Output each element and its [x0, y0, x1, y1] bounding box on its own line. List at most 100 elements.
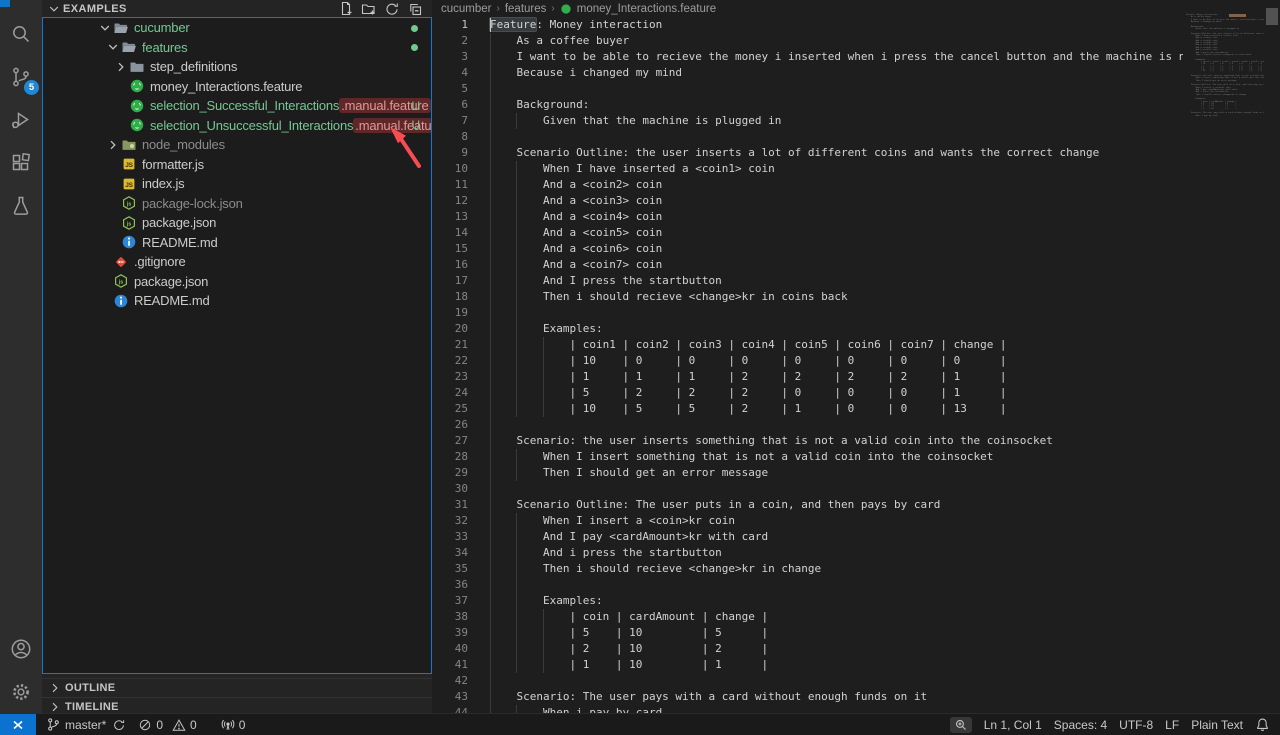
git-branch-status[interactable]: master*	[36, 714, 112, 735]
code-line[interactable]: 10 When I have inserted a <coin1> coin	[432, 161, 1183, 177]
code-line[interactable]: 42	[432, 673, 1183, 689]
line-number[interactable]: 31	[432, 497, 468, 513]
language-mode[interactable]: Plain Text	[1185, 718, 1249, 732]
line-number[interactable]: 42	[432, 673, 468, 689]
code-line[interactable]: 32 When I insert a <coin>kr coin	[432, 513, 1183, 529]
indentation-setting[interactable]: Spaces: 4	[1048, 718, 1113, 732]
code-line[interactable]: 16 And a <coin7> coin	[432, 257, 1183, 273]
code-line[interactable]: 20 Examples:	[432, 321, 1183, 337]
explorer-section-header[interactable]: EXAMPLES	[42, 0, 432, 17]
line-number[interactable]: 4	[432, 65, 468, 81]
breadcrumb-file[interactable]: money_Interactions.feature	[577, 3, 716, 15]
tree-item-readme-md[interactable]: README.md	[43, 233, 431, 253]
code-line[interactable]: 27 Scenario: the user inserts something …	[432, 433, 1183, 449]
tree-item-readme-md[interactable]: README.md	[43, 291, 431, 311]
breadcrumb-folder[interactable]: features	[505, 3, 547, 15]
screencast-zoom-icon[interactable]	[950, 717, 972, 733]
outline-panel-header[interactable]: OUTLINE	[42, 678, 432, 697]
line-number[interactable]: 1	[432, 17, 468, 33]
refresh-icon[interactable]	[384, 1, 400, 17]
tree-item-package-json[interactable]: jspackage.json	[43, 213, 431, 233]
tree-item-money-interactions-feature[interactable]: money_Interactions.feature	[43, 77, 431, 97]
code-line[interactable]: 39 | 5 | 10 | 5 |	[432, 625, 1183, 641]
testing-beaker-icon[interactable]	[0, 184, 42, 227]
cursor-position[interactable]: Ln 1, Col 1	[978, 718, 1048, 732]
code-line[interactable]: 21 | coin1 | coin2 | coin3 | coin4 | coi…	[432, 337, 1183, 353]
line-number[interactable]: 21	[432, 337, 468, 353]
line-number[interactable]: 16	[432, 257, 468, 273]
settings-gear-icon[interactable]	[0, 670, 42, 713]
code-line[interactable]: 26	[432, 417, 1183, 433]
code-line[interactable]: 5	[432, 81, 1183, 97]
breadcrumb-folder[interactable]: cucumber	[441, 3, 492, 15]
search-icon[interactable]	[0, 12, 42, 55]
line-number[interactable]: 35	[432, 561, 468, 577]
tree-item-node-modules[interactable]: node_modules	[43, 135, 431, 155]
line-number[interactable]: 24	[432, 385, 468, 401]
tree-item--gitignore[interactable]: .gitignore	[43, 252, 431, 272]
tree-item-features[interactable]: features	[43, 38, 431, 58]
tree-item-selection-unsuccessful-interactions[interactable]: selection_Unsuccessful_Interactions.manu…	[43, 116, 431, 136]
line-number[interactable]: 27	[432, 433, 468, 449]
line-number[interactable]: 44	[432, 705, 468, 713]
tree-item-step-definitions[interactable]: step_definitions	[43, 57, 431, 77]
vertical-scrollbar[interactable]	[1264, 0, 1280, 713]
code-line[interactable]: 34 And i press the startbutton	[432, 545, 1183, 561]
line-number[interactable]: 2	[432, 33, 468, 49]
line-number[interactable]: 33	[432, 529, 468, 545]
line-number[interactable]: 36	[432, 577, 468, 593]
tree-item-cucumber[interactable]: cucumber	[43, 18, 431, 38]
tree-item-index-js[interactable]: JSindex.js	[43, 174, 431, 194]
line-number[interactable]: 22	[432, 353, 468, 369]
problems-status[interactable]: 0 0	[132, 714, 202, 735]
sync-button[interactable]	[112, 714, 132, 735]
code-line[interactable]: 4 Because i changed my mind	[432, 65, 1183, 81]
line-number[interactable]: 32	[432, 513, 468, 529]
code-line[interactable]: 24 | 5 | 2 | 2 | 2 | 0 | 0 | 0 | 1 |	[432, 385, 1183, 401]
code-line[interactable]: 12 And a <coin3> coin	[432, 193, 1183, 209]
code-line[interactable]: 14 And a <coin5> coin	[432, 225, 1183, 241]
line-number[interactable]: 14	[432, 225, 468, 241]
tree-item-package-json[interactable]: jspackage.json	[43, 272, 431, 292]
line-number[interactable]: 41	[432, 657, 468, 673]
code-line[interactable]: 43 Scenario: The user pays with a card w…	[432, 689, 1183, 705]
code-line[interactable]: 1Feature: Money interaction	[432, 17, 1183, 33]
line-number[interactable]: 7	[432, 113, 468, 129]
tree-item-selection-successful-interactions[interactable]: selection_Successful_Interactions.manual…	[43, 96, 431, 116]
eol-setting[interactable]: LF	[1159, 718, 1185, 732]
line-number[interactable]: 37	[432, 593, 468, 609]
code-line[interactable]: 22 | 10 | 0 | 0 | 0 | 0 | 0 | 0 | 0 |	[432, 353, 1183, 369]
code-line[interactable]: 15 And a <coin6> coin	[432, 241, 1183, 257]
code-line[interactable]: 13 And a <coin4> coin	[432, 209, 1183, 225]
source-control-icon[interactable]: 5	[0, 55, 42, 98]
code-line[interactable]: 44 When i pay by card	[432, 705, 1183, 713]
tree-item-package-lock-json[interactable]: jspackage-lock.json	[43, 194, 431, 214]
code-line[interactable]: 38 | coin | cardAmount | change |	[432, 609, 1183, 625]
line-number[interactable]: 39	[432, 625, 468, 641]
new-file-icon[interactable]	[338, 1, 354, 17]
line-number[interactable]: 13	[432, 209, 468, 225]
code-line[interactable]: 29 Then I should get an error message	[432, 465, 1183, 481]
line-number[interactable]: 17	[432, 273, 468, 289]
collapse-folders-icon[interactable]	[407, 1, 423, 17]
code-line[interactable]: 2 As a coffee buyer	[432, 33, 1183, 49]
line-number[interactable]: 18	[432, 289, 468, 305]
encoding-setting[interactable]: UTF-8	[1113, 718, 1159, 732]
code-line[interactable]: 11 And a <coin2> coin	[432, 177, 1183, 193]
line-number[interactable]: 5	[432, 81, 468, 97]
code-line[interactable]: 18 Then i should recieve <change>kr in c…	[432, 289, 1183, 305]
code-line[interactable]: 23 | 1 | 1 | 1 | 2 | 2 | 2 | 2 | 1 |	[432, 369, 1183, 385]
line-number[interactable]: 19	[432, 305, 468, 321]
line-number[interactable]: 20	[432, 321, 468, 337]
code-line[interactable]: 3 I want to be able to recieve the money…	[432, 49, 1183, 65]
line-number[interactable]: 8	[432, 129, 468, 145]
line-number[interactable]: 43	[432, 689, 468, 705]
line-number[interactable]: 34	[432, 545, 468, 561]
line-number[interactable]: 3	[432, 49, 468, 65]
line-number[interactable]: 11	[432, 177, 468, 193]
tree-item-formatter-js[interactable]: JSformatter.js	[43, 155, 431, 175]
line-number[interactable]: 30	[432, 481, 468, 497]
minimap[interactable]: Feature: Money interaction As a coffee b…	[1183, 0, 1264, 713]
notifications-bell-icon[interactable]	[1249, 717, 1274, 732]
code-line[interactable]: 36	[432, 577, 1183, 593]
